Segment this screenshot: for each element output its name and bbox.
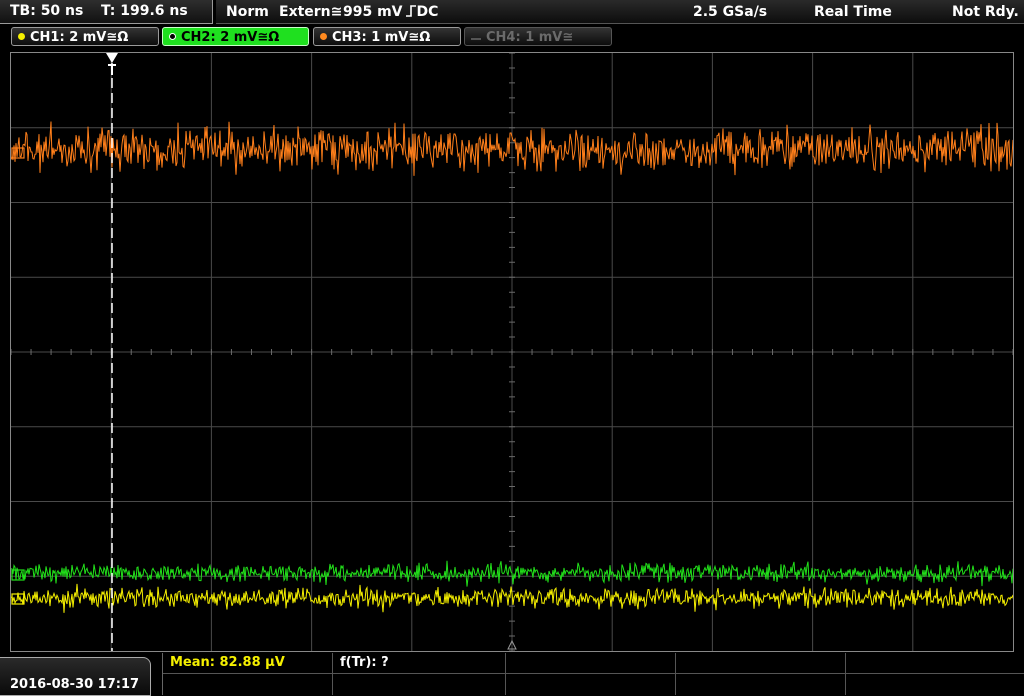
coupling-icon: ≅ <box>330 4 343 20</box>
acquisition-mode: Real Time <box>814 4 892 20</box>
bottom-bar: 2016-08-30 17:17 Mean: 82.88 μV f(Tr): ? <box>0 653 1024 696</box>
trigger-status-panel[interactable]: Norm Extern≅ 995 mV DC 2.5 GSa/s Real Tim… <box>216 0 1024 24</box>
channel-tab-ch4[interactable]: CH4: 1 mV≅ <box>464 27 612 46</box>
waveform-canvas[interactable] <box>11 53 1013 651</box>
timebase-value: TB: 50 ns <box>10 3 84 19</box>
timebase-panel[interactable]: TB: 50 ns T: 199.6 ns <box>0 0 213 24</box>
acquisition-status: Not Rdy. <box>952 4 1019 20</box>
measurement-slot-5[interactable] <box>846 653 1024 674</box>
trigger-time-value: T: 199.6 ns <box>101 3 188 19</box>
channel-dot-icon <box>169 33 176 40</box>
measurement-slot-8[interactable] <box>506 674 676 695</box>
trigger-level: 995 mV DC <box>343 4 439 20</box>
channel-label: CH1: 2 mV≅Ω <box>30 30 129 45</box>
measurement-slot-10[interactable] <box>846 674 1024 695</box>
measurement-slot-9[interactable] <box>676 674 846 695</box>
channel-label: CH3: 1 mV≅Ω <box>332 30 431 45</box>
measurement-rise-frequency[interactable]: f(Tr): ? <box>333 653 506 674</box>
measurement-panel[interactable]: Mean: 82.88 μV f(Tr): ? <box>162 653 1024 695</box>
channel-tab-ch3[interactable]: CH3: 1 mV≅Ω <box>313 27 461 46</box>
datetime: 2016-08-30 17:17 <box>10 677 140 692</box>
sample-rate: 2.5 GSa/s <box>693 4 768 20</box>
channel-tab-ch2[interactable]: CH2: 2 mV≅Ω <box>162 27 309 46</box>
trigger-source: Extern≅ <box>279 4 343 20</box>
datetime-panel: 2016-08-30 17:17 <box>0 657 151 696</box>
channel-tab-ch1[interactable]: CH1: 2 mV≅Ω <box>11 27 159 46</box>
channel-bar: CH1: 2 mV≅Ω CH2: 2 mV≅Ω CH3: 1 mV≅Ω CH4:… <box>0 26 1024 48</box>
rising-edge-icon <box>405 5 416 17</box>
top-status-bar: TB: 50 ns T: 199.6 ns Norm Extern≅ 995 m… <box>0 0 1024 25</box>
waveform-display[interactable] <box>10 52 1014 652</box>
measurement-slot-4[interactable] <box>676 653 846 674</box>
channel-label: CH4: 1 mV≅ <box>486 30 574 45</box>
channel-dot-icon <box>320 33 327 40</box>
trigger-position-marker-icon <box>106 53 118 63</box>
channel-dot-icon <box>18 33 25 40</box>
measurement-slot-7[interactable] <box>333 674 506 695</box>
channel-label: CH2: 2 mV≅Ω <box>181 30 280 45</box>
trigger-t-icon <box>108 64 116 75</box>
trigger-mode: Norm <box>226 4 269 20</box>
measurement-mean[interactable]: Mean: 82.88 μV <box>163 653 333 674</box>
channel-off-icon <box>471 38 481 40</box>
measurement-slot-3[interactable] <box>506 653 676 674</box>
measurement-slot-6[interactable] <box>163 674 333 695</box>
